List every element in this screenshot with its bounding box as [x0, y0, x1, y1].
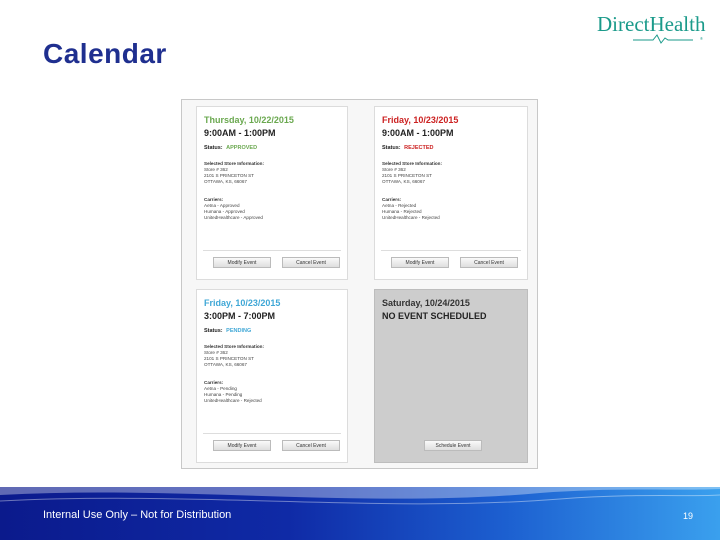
- status-value: REJECTED: [404, 145, 434, 151]
- direct-health-logo: DirectHealth ®: [597, 12, 705, 46]
- event-date: Friday, 10/23/2015: [382, 115, 459, 125]
- card-divider: [381, 250, 521, 251]
- logo-word-health: Health: [649, 12, 706, 36]
- page-number: 19: [683, 511, 694, 521]
- logo-trademark: ®: [700, 36, 703, 41]
- status-value: PENDING: [226, 328, 252, 334]
- slide-title: Calendar: [43, 38, 167, 69]
- event-time: 9:00AM - 1:00PM: [204, 128, 276, 138]
- status-value: APPROVED: [226, 145, 258, 151]
- event-time: 9:00AM - 1:00PM: [382, 128, 454, 138]
- carriers-info: Carriers: Aetna - Pending Humana - Pendi…: [204, 380, 262, 404]
- event-card-thursday: Thursday, 10/22/2015 9:00AM - 1:00PM Sta…: [196, 106, 348, 280]
- event-status: Status: PENDING: [204, 328, 251, 334]
- no-event-label: NO EVENT SCHEDULED: [382, 311, 487, 321]
- store-info: Selected Store Information: Store # 362 …: [382, 161, 442, 185]
- footer-bar: Internal Use Only – Not for Distribution…: [0, 487, 720, 540]
- carrier-line: UnitedHealthcare - Rejected: [204, 398, 262, 403]
- event-status: Status: APPROVED: [204, 145, 257, 151]
- modify-event-button[interactable]: Modify Event: [391, 257, 449, 268]
- card-divider: [203, 433, 341, 434]
- cancel-event-button[interactable]: Cancel Event: [460, 257, 518, 268]
- event-date: Saturday, 10/24/2015: [382, 298, 470, 308]
- schedule-event-button[interactable]: Schedule Event: [424, 440, 482, 451]
- event-date: Thursday, 10/22/2015: [204, 115, 294, 125]
- status-label: Status:: [204, 328, 223, 334]
- heartbeat-icon: [633, 34, 693, 44]
- cancel-event-button[interactable]: Cancel Event: [282, 257, 340, 268]
- cancel-event-button[interactable]: Cancel Event: [282, 440, 340, 451]
- modify-event-button[interactable]: Modify Event: [213, 440, 271, 451]
- card-divider: [203, 250, 341, 251]
- status-label: Status:: [382, 145, 401, 151]
- store-info: Selected Store Information: Store # 362 …: [204, 161, 264, 185]
- event-status: Status: REJECTED: [382, 145, 434, 151]
- carrier-line: UnitedHealthcare - Approved: [204, 215, 263, 220]
- event-card-friday-morning: Friday, 10/23/2015 9:00AM - 1:00PM Statu…: [374, 106, 528, 280]
- footer-disclaimer: Internal Use Only – Not for Distribution: [43, 509, 232, 521]
- carrier-line: UnitedHealthcare - Rejected: [382, 215, 440, 220]
- store-line: OTTAWA, KS, 66067: [204, 362, 247, 367]
- carriers-info: Carriers: Aetna - Approved Humana - Appr…: [204, 197, 263, 221]
- event-time: 3:00PM - 7:00PM: [204, 311, 276, 321]
- store-info: Selected Store Information: Store # 362 …: [204, 344, 264, 368]
- event-date: Friday, 10/23/2015: [204, 298, 281, 308]
- modify-event-button[interactable]: Modify Event: [213, 257, 271, 268]
- event-card-saturday-empty: Saturday, 10/24/2015 NO EVENT SCHEDULED …: [374, 289, 528, 463]
- carriers-info: Carriers: Aetna - Rejected Humana - Reje…: [382, 197, 440, 221]
- logo-word-direct: Direct: [597, 12, 650, 36]
- event-card-friday-afternoon: Friday, 10/23/2015 3:00PM - 7:00PM Statu…: [196, 289, 348, 463]
- status-label: Status:: [204, 145, 223, 151]
- store-line: OTTAWA, KS, 66067: [382, 179, 425, 184]
- store-line: OTTAWA, KS, 66067: [204, 179, 247, 184]
